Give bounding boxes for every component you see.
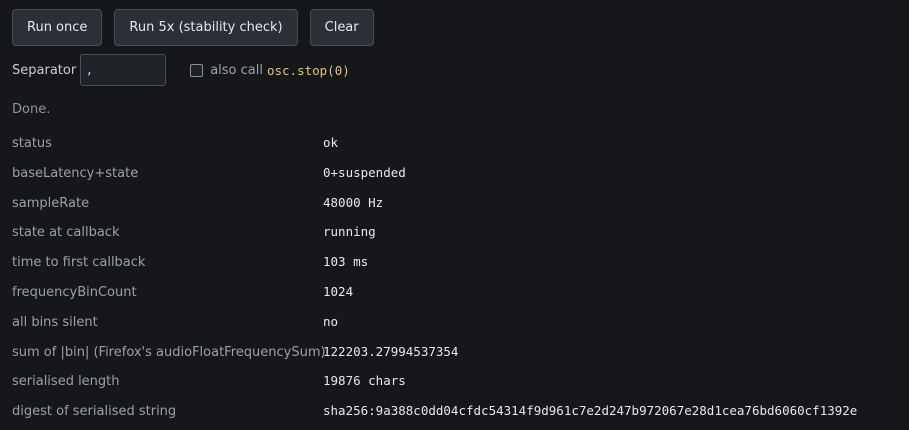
stop-checkbox-label: also call (210, 62, 263, 78)
separator-input[interactable] (80, 54, 167, 86)
separator-label: Separator (12, 62, 77, 78)
result-value: 103 ms (323, 254, 369, 270)
run-5x-button[interactable]: Run 5x (stability check) (114, 9, 298, 46)
result-value: 122203.27994537354 (323, 343, 459, 359)
result-value: 19876 chars (323, 373, 406, 389)
result-value: 1024 (323, 283, 354, 299)
result-row: frequencyBinCount 1024 (12, 277, 902, 307)
result-row: all bins silent no (12, 307, 902, 337)
result-value: sha256:9a388c0dd04cfdc54314f9d961c7e2d24… (323, 403, 858, 419)
result-key: digest of serialised string (12, 404, 177, 420)
result-row: baseLatency+state 0+suspended (12, 158, 902, 188)
result-value: 48000 Hz (323, 194, 384, 210)
stop-checkbox[interactable] (190, 63, 204, 77)
result-value: ok (323, 135, 339, 150)
result-key: time to first callback (12, 255, 146, 271)
result-key: sum of |bin| (Firefox's audioFloatFreque… (12, 344, 326, 360)
result-key: state at callback (12, 225, 120, 241)
options-row: Separator also call osc.stop(0) (12, 54, 350, 86)
clear-button[interactable]: Clear (309, 9, 374, 46)
stop-option[interactable]: also call osc.stop(0) (190, 63, 350, 78)
result-row: sum of |bin| (Firefox's audioFloatFreque… (12, 337, 902, 367)
result-value: no (323, 313, 339, 329)
result-key: frequencyBinCount (12, 284, 137, 300)
result-key: serialised length (12, 374, 120, 390)
run-once-button[interactable]: Run once (12, 9, 103, 46)
result-row: time to first callback 103 ms (12, 247, 902, 277)
result-row: status ok (12, 128, 902, 158)
stop-checkbox-code: osc.stop(0) (266, 62, 350, 78)
result-row: sampleRate 48000 Hz (12, 188, 902, 218)
toolbar: Run once Run 5x (stability check) Clear (12, 9, 374, 46)
result-value: running (323, 224, 376, 240)
result-key: all bins silent (12, 314, 98, 330)
result-value: 0+suspended (323, 164, 406, 180)
result-row: state at callback running (12, 217, 902, 247)
results-table: status ok baseLatency+state 0+suspended sa… (12, 128, 902, 426)
result-key: sampleRate (12, 195, 90, 211)
result-row: digest of serialised string sha256:9a388c… (12, 396, 902, 426)
result-row: serialised length 19876 chars (12, 366, 902, 396)
status-text: Done. (12, 102, 51, 117)
result-key: status (12, 136, 52, 151)
result-key: baseLatency+state (12, 165, 139, 181)
